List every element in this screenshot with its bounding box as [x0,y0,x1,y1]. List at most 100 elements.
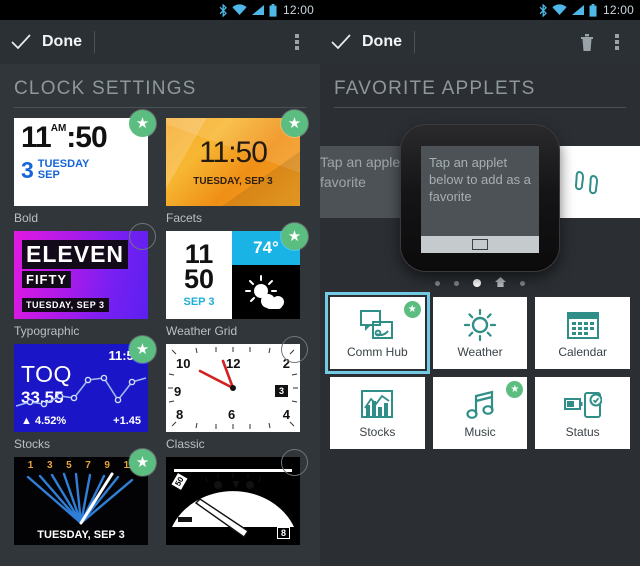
chart-icon [361,387,394,423]
watchface-label: Bold [14,211,39,225]
face-percent: 4.52% [34,415,67,427]
right-screen-favorite-applets: 12:00 Done FAVORITE APPLETS Tap an apple… [320,0,640,566]
sun-icon [464,307,496,343]
applet-item-calendar[interactable]: Calendar [535,297,631,369]
watchface-preview[interactable]: 11AM:50 3 TUESDAY SEP [14,118,148,206]
watchface-preview[interactable]: ELEVEN FIFTY TUESDAY, SEP 3 [14,231,148,319]
battery-icon [589,3,597,17]
face-date-box: 3 [274,385,288,397]
clock-number: 4 [282,407,290,422]
favorite-star-badge[interactable]: ★ [403,301,421,318]
clock-number: 9 [174,384,182,399]
wifi-icon [552,4,567,16]
favorite-star-badge[interactable] [129,223,156,250]
applet-item-weather[interactable]: Weather [432,297,528,369]
watchface-label: Typographic [14,324,80,338]
face-minute: 50 [183,264,215,294]
applet-row: Stocks ★ Music Status [330,377,631,449]
done-button[interactable]: Done [42,33,82,51]
done-button[interactable]: Done [362,33,402,51]
face-day-number: 3 [21,156,34,183]
clock-settings-section: CLOCK SETTINGS [0,64,320,108]
watchface-preview[interactable]: 11 50 SEP 3 74° [166,231,300,319]
favorite-star-badge[interactable]: ★ [506,381,524,398]
comm-hub-icon [360,307,394,343]
watchface-label: Classic [166,437,205,451]
carousel-dot-active[interactable] [473,279,481,287]
status-bar-clock: 12:00 [602,3,634,17]
cellular-signal-icon [251,4,265,16]
face-rays [26,472,134,525]
watchface-item-facets[interactable]: 11:50 TUESDAY, SEP 3 ★ Facets [166,110,308,225]
applet-item-stocks[interactable]: Stocks [330,377,425,449]
face-sparkline [15,374,147,408]
watch-hint-text: Tap an applet below to add as a favorite [429,155,531,205]
watchface-item-stocks[interactable]: 11:50 TOQ 33.55 ▲ 4.52% +1.45 ★ Stocks [14,336,156,451]
star-icon: ★ [135,454,150,471]
page-title: CLOCK SETTINGS [14,78,197,99]
watchface-item-typographic[interactable]: ELEVEN FIFTY TUESDAY, SEP 3 Typographic [14,223,156,338]
cellular-signal-icon [571,4,585,16]
favorite-star-badge[interactable]: ★ [281,110,308,137]
face-date: TUESDAY, SEP 3 [22,298,109,312]
watchface-item-gauge[interactable]: 50 8 [166,449,308,545]
applet-label: Status [565,425,600,439]
watchface-preview[interactable]: 11:50 TOQ 33.55 ▲ 4.52% +1.45 [14,344,148,432]
face-date: SEP 3 [183,295,215,308]
watchface-grid: 11AM:50 3 TUESDAY SEP ★ Bold 11:50 TUESD… [0,108,320,545]
favorite-star-badge[interactable]: ★ [129,110,156,137]
applet-item-comm-hub[interactable]: ★ Comm Hub [325,292,430,374]
face-number: 5 [66,460,72,471]
watchface-label: Weather Grid [166,324,238,338]
action-bar: Done [0,20,320,64]
carousel-dot[interactable] [454,280,459,286]
watchface-item-bold[interactable]: 11AM:50 3 TUESDAY SEP ★ Bold [14,110,156,225]
overflow-menu-icon[interactable] [602,25,632,59]
overflow-menu-icon[interactable] [282,25,312,59]
favorite-star-badge[interactable]: ★ [129,336,156,363]
status-bar-clock: 12:00 [282,3,314,17]
dual-screenshot: 12:00 Done CLOCK SETTINGS 11AM:50 3 TUES… [0,0,640,566]
favorite-star-badge[interactable]: ★ [281,223,308,250]
applet-label: Weather [457,345,503,359]
check-icon[interactable] [328,29,354,55]
gauge-label-right: 8 [276,527,290,539]
bluetooth-icon [539,3,548,17]
face-date: TUESDAY, SEP 3 [193,176,273,187]
face-time: 11:50 [199,136,268,169]
music-note-icon [464,387,496,423]
carousel-indicators[interactable] [320,274,640,292]
applet-item-status[interactable]: Status [535,377,631,449]
face-change: +1.45 [113,415,141,427]
watchface-item-classic[interactable]: 10 12 2 9 8 6 4 3 Classic [166,336,308,451]
star-icon: ★ [287,228,302,245]
watchface-row: 11:50 TOQ 33.55 ▲ 4.52% +1.45 ★ Stocks 1… [14,336,308,451]
favorite-star-badge[interactable]: ★ [129,449,156,476]
watchface-item-rays[interactable]: 1 3 5 7 9 11 [14,449,156,545]
actionbar-divider [94,31,95,53]
watchface-preview[interactable]: 10 12 2 9 8 6 4 3 [166,344,300,432]
face-number: 3 [46,460,53,471]
applet-label: Calendar [558,345,608,359]
carousel-dot[interactable] [520,280,525,286]
watchface-preview[interactable]: 1 3 5 7 9 11 [14,457,148,545]
watchface-label: Facets [166,211,203,225]
watch-mockup: Tap an applet below to add as a favorite [400,124,560,272]
applet-label: Stocks [359,425,396,439]
star-icon: ★ [510,383,520,395]
home-icon[interactable] [495,274,506,292]
applet-label: Comm Hub [346,345,408,359]
carousel-dot[interactable] [435,280,440,286]
face-number: 7 [85,460,91,471]
watchface-item-weather-grid[interactable]: 11 50 SEP 3 74° ★ Weather Grid [166,223,308,338]
watchface-preview[interactable]: 11:50 TUESDAY, SEP 3 [166,118,300,206]
favorite-applets-section: FAVORITE APPLETS [320,64,640,108]
up-arrow-icon: ▲ [21,415,32,427]
favorite-star-badge[interactable] [281,336,308,363]
applet-item-music[interactable]: ★ Music [432,377,528,449]
wifi-icon [232,4,247,16]
trash-icon[interactable] [572,25,602,59]
favorite-star-badge[interactable] [281,449,308,476]
check-icon[interactable] [8,29,34,55]
watchface-preview[interactable]: 50 8 [166,457,300,545]
